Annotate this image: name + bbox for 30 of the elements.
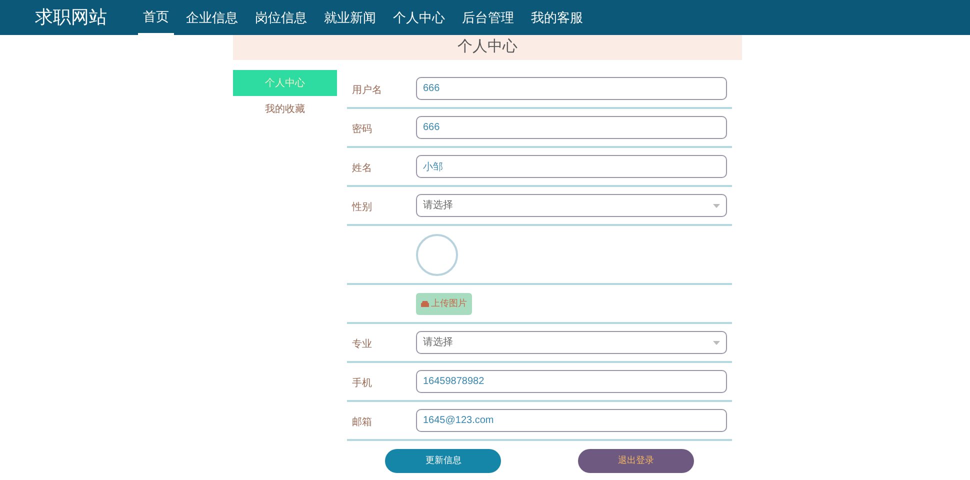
nav-link[interactable]: 首页 — [138, 0, 174, 35]
field-label: 姓名 — [352, 162, 372, 174]
nav-link[interactable]: 个人中心 — [388, 0, 450, 35]
nav-link[interactable]: 我的客服 — [526, 0, 588, 35]
field-label: 性别 — [352, 202, 372, 212]
page-title: 个人中心 — [233, 35, 742, 60]
select-field[interactable]: 请选择 — [416, 331, 727, 354]
nav-link[interactable]: 企业信息 — [181, 0, 243, 35]
site-logo: 求职网站 — [35, 6, 108, 29]
text-input[interactable]: 666 — [416, 77, 727, 100]
field-label: 专业 — [352, 338, 372, 350]
upload-button[interactable]: 上传图片 — [416, 292, 472, 314]
update-button[interactable]: 更新信息 — [385, 449, 502, 473]
caret-icon — [713, 204, 720, 208]
text-input[interactable]: 666 — [416, 116, 727, 139]
field-label: 邮箱 — [352, 416, 372, 428]
text-input[interactable]: 16459878982 — [416, 370, 727, 393]
field-label: 手机 — [352, 378, 372, 388]
text-input[interactable]: 小邹 — [416, 155, 727, 178]
nav-link[interactable]: 后台管理 — [457, 0, 519, 35]
logout-button[interactable]: 退出登录 — [578, 449, 694, 473]
caret-icon — [713, 340, 720, 344]
text-input[interactable]: 1645@123.com — [416, 409, 727, 432]
field-label: 用户名 — [352, 84, 382, 96]
avatar-placeholder — [416, 234, 458, 276]
nav-link[interactable]: 岗位信息 — [250, 0, 312, 35]
sidebar-item[interactable]: 我的收藏 — [233, 96, 337, 122]
nav-link[interactable]: 就业新闻 — [319, 0, 381, 35]
field-label: 密码 — [352, 124, 372, 134]
select-field[interactable]: 请选择 — [416, 194, 727, 217]
